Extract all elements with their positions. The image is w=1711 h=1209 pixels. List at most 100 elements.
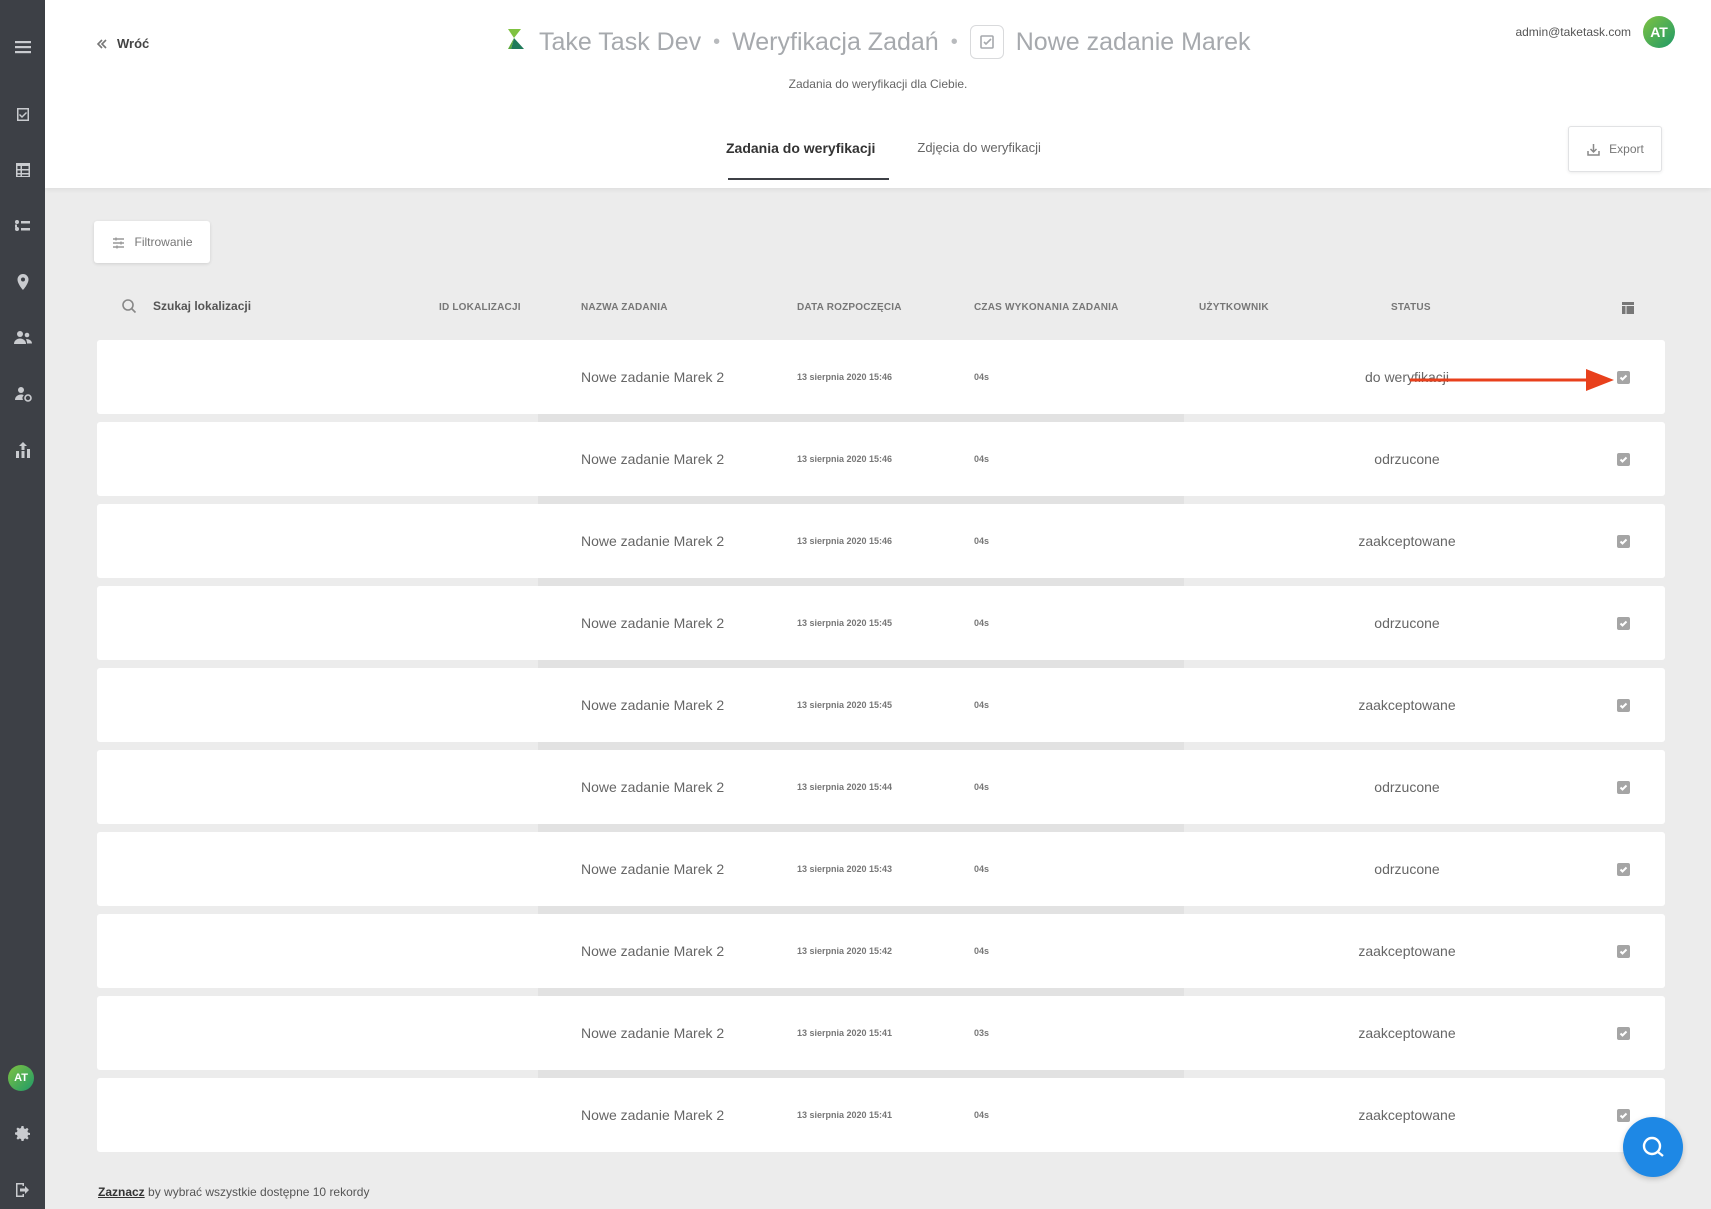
duration: 04s [974, 782, 990, 792]
back-label: Wróć [117, 36, 150, 51]
column-header-task-name[interactable]: NAZWA ZADANIA [581, 302, 668, 313]
row-checkbox[interactable] [1617, 370, 1630, 384]
table-header: ID LOKALIZACJI NAZWA ZADANIA DATA ROZPOC… [97, 298, 1665, 320]
row-divider [538, 414, 1184, 422]
column-header-user[interactable]: UŻYTKOWNIK [1199, 302, 1269, 313]
table-row[interactable]: Nowe zadanie Marek 2 13 sierpnia 2020 15:… [97, 504, 1665, 578]
duration: 03s [974, 1028, 990, 1038]
duration: 04s [974, 700, 990, 710]
duration: 04s [974, 864, 990, 874]
search-box [121, 298, 333, 314]
duration: 04s [974, 618, 990, 628]
status-text: zaakceptowane [1358, 943, 1456, 959]
checkmark-icon [1619, 1030, 1628, 1037]
user-email: admin@taketask.com [1515, 25, 1631, 39]
status-text: zaakceptowane [1358, 697, 1456, 713]
page-header: Wróć Take Task Dev • Weryfikacja Zadań •… [45, 0, 1711, 188]
row-checkbox[interactable] [1617, 616, 1630, 630]
users-icon[interactable] [11, 326, 34, 349]
stats-icon[interactable] [11, 438, 34, 461]
task-name: Nowe zadanie Marek 2 [581, 697, 725, 713]
checkmark-icon [1619, 784, 1628, 791]
row-divider [538, 824, 1184, 832]
download-icon [1587, 143, 1600, 156]
start-date: 13 sierpnia 2020 15:44 [797, 782, 893, 792]
table-row[interactable]: Nowe zadanie Marek 2 13 sierpnia 2020 15:… [97, 914, 1665, 988]
start-date: 13 sierpnia 2020 15:46 [797, 372, 893, 382]
row-checkbox-cell [1617, 750, 1631, 824]
table-row[interactable]: Nowe zadanie Marek 2 13 sierpnia 2020 15:… [97, 1078, 1665, 1152]
avatar[interactable]: AT [1643, 16, 1675, 48]
checkmark-icon [1619, 374, 1628, 381]
menu-icon[interactable] [11, 35, 34, 58]
table-row[interactable]: Nowe zadanie Marek 2 13 sierpnia 2020 15:… [97, 996, 1665, 1070]
select-all-link[interactable]: Zaznacz [98, 1185, 145, 1199]
row-checkbox-cell [1617, 668, 1631, 742]
status-text: zaakceptowane [1358, 1107, 1456, 1123]
help-search-icon [1642, 1136, 1664, 1157]
table-row[interactable]: Nowe zadanie Marek 2 13 sierpnia 2020 15:… [97, 668, 1665, 742]
row-checkbox-cell [1617, 504, 1631, 578]
checkmark-icon [1619, 456, 1628, 463]
table-row[interactable]: Nowe zadanie Marek 2 13 sierpnia 2020 15:… [97, 832, 1665, 906]
user-settings-icon[interactable] [11, 382, 34, 405]
row-checkbox[interactable] [1617, 452, 1630, 466]
search-input[interactable] [153, 299, 333, 313]
columns-layout-icon[interactable] [1621, 301, 1635, 315]
routes-icon[interactable] [11, 214, 34, 237]
breadcrumb-item[interactable]: Weryfikacja Zadań [732, 28, 939, 57]
duration: 04s [974, 946, 990, 956]
breadcrumb-separator: • [713, 30, 721, 53]
gear-icon[interactable] [11, 1122, 34, 1145]
duration: 04s [974, 1110, 990, 1120]
tab-photos-to-verify[interactable]: Zdjęcia do weryfikacji [917, 128, 1049, 180]
filter-button[interactable]: Filtrowanie [94, 221, 210, 263]
row-checkbox[interactable] [1617, 780, 1630, 794]
table-icon[interactable] [11, 158, 34, 181]
row-checkbox[interactable] [1617, 698, 1630, 712]
task-name: Nowe zadanie Marek 2 [581, 779, 725, 795]
tasks-icon[interactable] [11, 102, 34, 125]
start-date: 13 sierpnia 2020 15:41 [797, 1110, 893, 1120]
row-divider [538, 496, 1184, 504]
column-header-start-date[interactable]: DATA ROZPOCZĘCIA [797, 302, 902, 313]
row-checkbox[interactable] [1617, 1108, 1630, 1122]
task-name: Nowe zadanie Marek 2 [581, 1025, 725, 1041]
sliders-icon [113, 237, 125, 248]
export-button[interactable]: Export [1568, 126, 1662, 172]
column-header-status[interactable]: STATUS [1391, 302, 1431, 313]
row-checkbox[interactable] [1617, 862, 1630, 876]
user-menu[interactable]: admin@taketask.com AT [1515, 16, 1675, 48]
table-row[interactable]: Nowe zadanie Marek 2 13 sierpnia 2020 15:… [97, 422, 1665, 496]
breadcrumb-item[interactable]: Take Task Dev [539, 28, 701, 57]
duration: 04s [974, 372, 990, 382]
start-date: 13 sierpnia 2020 15:45 [797, 618, 893, 628]
row-checkbox[interactable] [1617, 944, 1630, 958]
row-checkbox[interactable] [1617, 534, 1630, 548]
start-date: 13 sierpnia 2020 15:45 [797, 700, 893, 710]
breadcrumb: Take Task Dev • Weryfikacja Zadań • Nowe… [505, 24, 1251, 60]
column-header-location-id[interactable]: ID LOKALIZACJI [439, 302, 521, 313]
table-row[interactable]: Nowe zadanie Marek 2 13 sierpnia 2020 15:… [97, 750, 1665, 824]
row-divider [538, 1070, 1184, 1078]
row-checkbox[interactable] [1617, 1026, 1630, 1040]
logout-icon[interactable] [11, 1178, 34, 1201]
row-checkbox-cell [1617, 340, 1631, 414]
table-row[interactable]: Nowe zadanie Marek 2 13 sierpnia 2020 15:… [97, 586, 1665, 660]
task-name: Nowe zadanie Marek 2 [581, 533, 725, 549]
sidebar-avatar[interactable]: AT [8, 1065, 34, 1091]
help-chat-button[interactable] [1623, 1117, 1683, 1177]
tab-bar: Zadania do weryfikacji Zdjęcia do weryfi… [726, 128, 1049, 180]
row-divider [538, 988, 1184, 996]
taketask-logo-icon [505, 27, 527, 58]
row-checkbox-cell [1617, 586, 1631, 660]
sidebar: AT [0, 0, 45, 1209]
location-icon[interactable] [11, 270, 34, 293]
checkmark-icon [1619, 620, 1628, 627]
tab-tasks-to-verify[interactable]: Zadania do weryfikacji [726, 128, 890, 180]
back-button[interactable]: Wróć [95, 36, 149, 51]
row-divider [538, 578, 1184, 586]
column-header-duration[interactable]: CZAS WYKONANIA ZADANIA [974, 302, 1119, 313]
checkmark-icon [1619, 866, 1628, 873]
task-name: Nowe zadanie Marek 2 [581, 861, 725, 877]
